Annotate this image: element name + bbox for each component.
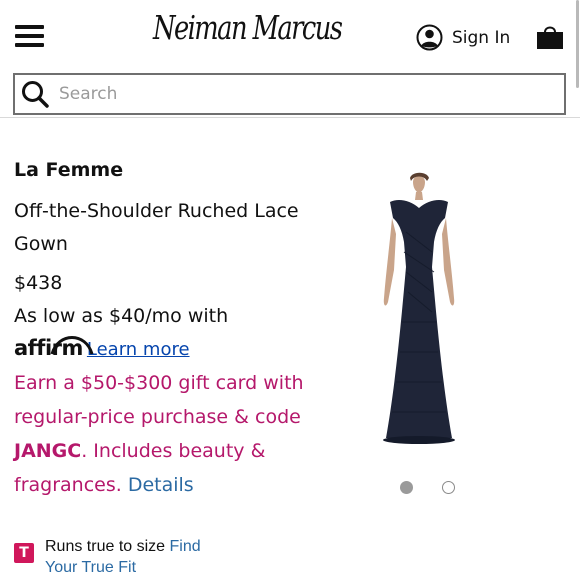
learn-more-link[interactable]: Learn more	[87, 339, 190, 360]
product-price: $438	[14, 272, 63, 294]
image-carousel-dot-2[interactable]	[442, 481, 455, 494]
promo-code: JANGC	[14, 440, 82, 462]
true-fit-row: T Runs true to size Find Your True Fit	[14, 536, 225, 578]
search-bar	[0, 68, 580, 118]
promo-text: Earn a $50-$300 gift card with regular-p…	[14, 366, 314, 502]
financing-text: As low as $40/mo with	[14, 305, 229, 327]
product-image-gown[interactable]	[374, 172, 464, 446]
user-circle-icon	[416, 24, 443, 51]
sign-in-button[interactable]: Sign In	[416, 24, 510, 51]
search-icon[interactable]	[20, 79, 50, 109]
affirm-row: affirm Learn more	[14, 336, 190, 360]
promo-lead: Earn a $50-$300 gift card with regular-p…	[14, 372, 304, 428]
search-input[interactable]	[59, 84, 539, 104]
details-link[interactable]: Details	[128, 474, 194, 496]
neiman-marcus-logo[interactable]: Neiman Marcus	[153, 8, 343, 47]
fit-runs-true-text: Runs true to size	[45, 538, 170, 555]
affirm-arc-icon	[50, 336, 94, 355]
product-brand[interactable]: La Femme	[14, 159, 123, 181]
shopping-bag-icon[interactable]	[535, 23, 565, 50]
search-box[interactable]	[13, 73, 566, 115]
header: Neiman Marcus Sign In	[0, 0, 580, 68]
sign-in-label: Sign In	[452, 27, 511, 48]
image-carousel-dot-1[interactable]	[400, 481, 413, 494]
affirm-logo: affirm	[14, 336, 94, 360]
true-fit-icon: T	[14, 543, 34, 563]
true-fit-text: Runs true to size Find Your True Fit	[45, 536, 225, 578]
scrollbar[interactable]	[576, 0, 579, 88]
hamburger-menu-icon[interactable]	[15, 25, 44, 47]
product-name: Off-the-Shoulder Ruched Lace Gown	[14, 200, 299, 255]
